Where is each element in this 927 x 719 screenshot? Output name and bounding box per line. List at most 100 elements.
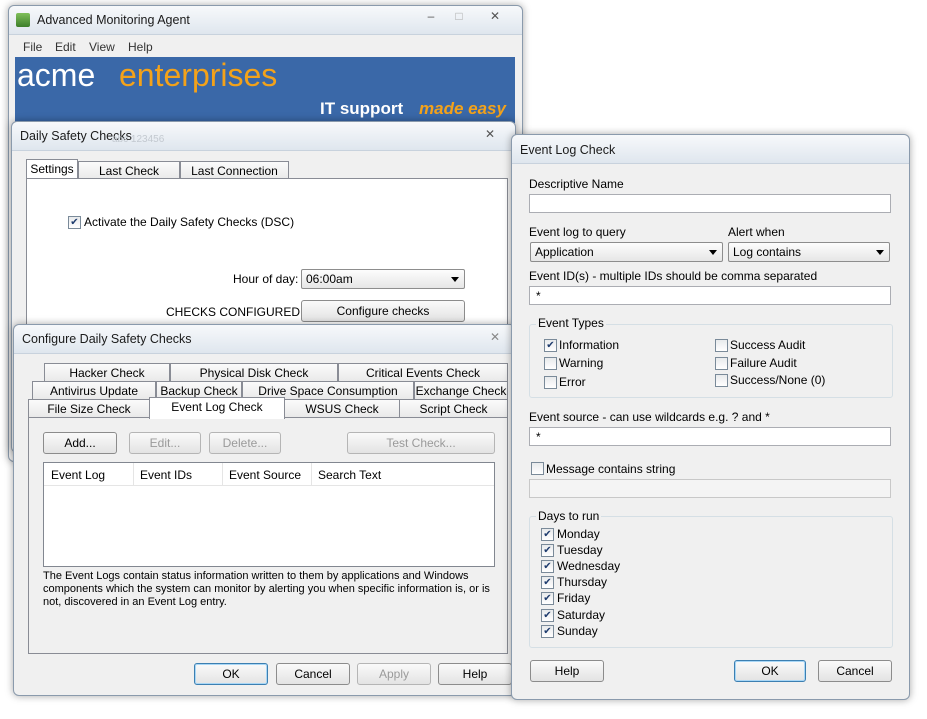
days-to-run-group: Days to run ✔ Monday ✔ Tuesday ✔ Wednesd… (529, 509, 893, 648)
error-checkbox[interactable] (544, 376, 557, 389)
add-button[interactable]: Add... (43, 432, 117, 454)
tab-file-size-check[interactable]: File Size Check (28, 399, 150, 418)
alert-when-label: Alert when (728, 225, 785, 239)
event-ids-label: Event ID(s) - multiple IDs should be com… (529, 269, 818, 283)
configure-window: Configure Daily Safety Checks ✕ Hacker C… (13, 324, 516, 696)
close-button[interactable]: ✕ (475, 6, 515, 26)
delete-button[interactable]: Delete... (209, 432, 281, 454)
tab-event-log-check[interactable]: Event Log Check (149, 397, 285, 419)
monday-checkbox[interactable]: ✔ (541, 528, 554, 541)
descriptive-name-label: Descriptive Name (529, 177, 624, 191)
activate-dsc-checkbox[interactable]: ✔ (68, 216, 81, 229)
message-contains-label: Message contains string (546, 462, 676, 476)
monday-label: Monday (557, 527, 600, 541)
column-event-ids[interactable]: Event IDs (140, 468, 192, 482)
event-ids-input[interactable]: * (529, 286, 891, 305)
event-source-input[interactable]: * (529, 427, 891, 446)
failure-audit-checkbox[interactable] (715, 357, 728, 370)
column-search-text[interactable]: Search Text (318, 468, 381, 482)
tagline-accent: made easy (419, 99, 506, 118)
information-checkbox[interactable]: ✔ (544, 339, 557, 352)
thursday-label: Thursday (557, 575, 608, 589)
menu-view[interactable]: View (89, 40, 115, 54)
success-audit-checkbox[interactable] (715, 339, 728, 352)
tab-exchange-check[interactable]: Exchange Check (414, 381, 508, 400)
configure-apply-button[interactable]: Apply (357, 663, 431, 685)
saturday-checkbox[interactable]: ✔ (541, 609, 554, 622)
tab-script-check[interactable]: Script Check (399, 399, 508, 418)
hour-of-day-label: Hour of day: (233, 272, 299, 286)
success-none-checkbox[interactable] (715, 374, 728, 387)
event-help-button[interactable]: Help (530, 660, 604, 682)
information-label: Information (559, 338, 620, 352)
event-ok-button[interactable]: OK (734, 660, 806, 682)
main-titlebar: Advanced Monitoring Agent – □ ✕ (9, 6, 522, 35)
configure-help-button[interactable]: Help (438, 663, 512, 685)
warning-label: Warning (559, 356, 604, 370)
configure-cancel-button[interactable]: Cancel (276, 663, 350, 685)
event-titlebar: Event Log Check (512, 135, 909, 164)
success-audit-label: Success Audit (730, 338, 806, 352)
event-log-check-window: Event Log Check Descriptive Name Event l… (511, 134, 910, 700)
message-contains-input[interactable] (529, 479, 891, 498)
event-types-group: Event Types ✔ Information Warning Error … (529, 316, 893, 398)
chevron-down-icon (451, 277, 459, 282)
event-log-query-value: Application (535, 245, 594, 259)
dsc-titlebar: Daily Safety Checks abc 123456 ✕ (12, 122, 515, 151)
main-window-title: Advanced Monitoring Agent (37, 13, 190, 27)
tuesday-checkbox[interactable]: ✔ (541, 544, 554, 557)
descriptive-name-input[interactable] (529, 194, 891, 213)
menu-help[interactable]: Help (128, 40, 153, 54)
alert-when-value: Log contains (733, 245, 802, 259)
tab-wsus-check[interactable]: WSUS Check (284, 399, 400, 418)
menu-edit[interactable]: Edit (55, 40, 76, 54)
warning-checkbox[interactable] (544, 357, 557, 370)
tab-settings[interactable]: Settings (26, 159, 78, 178)
configure-window-title: Configure Daily Safety Checks (22, 332, 192, 346)
event-log-description: The Event Logs contain status informatio… (43, 570, 490, 608)
test-check-button[interactable]: Test Check... (347, 432, 495, 454)
message-contains-checkbox[interactable] (531, 462, 544, 475)
sunday-checkbox[interactable]: ✔ (541, 625, 554, 638)
tab-hacker-check[interactable]: Hacker Check (44, 363, 170, 382)
dsc-close-button[interactable]: ✕ (470, 124, 510, 144)
event-types-label: Event Types (536, 316, 606, 330)
thursday-checkbox[interactable]: ✔ (541, 576, 554, 589)
saturday-label: Saturday (557, 608, 606, 622)
event-cancel-button[interactable]: Cancel (818, 660, 892, 682)
column-divider (133, 463, 134, 485)
maximize-button[interactable]: □ (445, 6, 473, 26)
table-header: Event Log Event IDs Event Source Search … (44, 463, 494, 486)
brand-banner: acme enterprises IT support made easy (15, 57, 515, 123)
failure-audit-label: Failure Audit (730, 356, 797, 370)
menu-file[interactable]: File (23, 40, 42, 54)
chevron-down-icon (876, 250, 884, 255)
tab-physical-disk-check[interactable]: Physical Disk Check (170, 363, 338, 382)
hour-of-day-select[interactable]: 06:00am (301, 269, 465, 289)
tab-antivirus-update-check[interactable]: Antivirus Update Check (32, 381, 156, 416)
configure-checks-button[interactable]: Configure checks (301, 300, 465, 322)
configure-ok-button[interactable]: OK (194, 663, 268, 685)
alert-when-select[interactable]: Log contains (728, 242, 890, 262)
edit-button[interactable]: Edit... (129, 432, 201, 454)
hour-of-day-value: 06:00am (306, 272, 353, 286)
chevron-down-icon (709, 250, 717, 255)
friday-checkbox[interactable]: ✔ (541, 592, 554, 605)
column-divider (222, 463, 223, 485)
minimize-button[interactable]: – (417, 6, 445, 26)
error-label: Error (559, 375, 586, 389)
tab-critical-events-check[interactable]: Critical Events Check (338, 363, 508, 382)
event-log-query-label: Event log to query (529, 225, 626, 239)
column-event-source[interactable]: Event Source (229, 468, 301, 482)
event-form: Descriptive Name Event log to query Appl… (520, 165, 901, 689)
event-log-table[interactable]: Event Log Event IDs Event Source Search … (43, 462, 495, 567)
success-none-label: Success/None (0) (730, 373, 826, 387)
wednesday-checkbox[interactable]: ✔ (541, 560, 554, 573)
configure-close-button[interactable]: ✕ (479, 327, 511, 347)
column-event-log[interactable]: Event Log (51, 468, 105, 482)
event-window-title: Event Log Check (520, 143, 616, 157)
column-divider (311, 463, 312, 485)
days-to-run-label: Days to run (536, 509, 602, 523)
configure-titlebar: Configure Daily Safety Checks ✕ (14, 325, 515, 354)
event-log-query-select[interactable]: Application (530, 242, 723, 262)
